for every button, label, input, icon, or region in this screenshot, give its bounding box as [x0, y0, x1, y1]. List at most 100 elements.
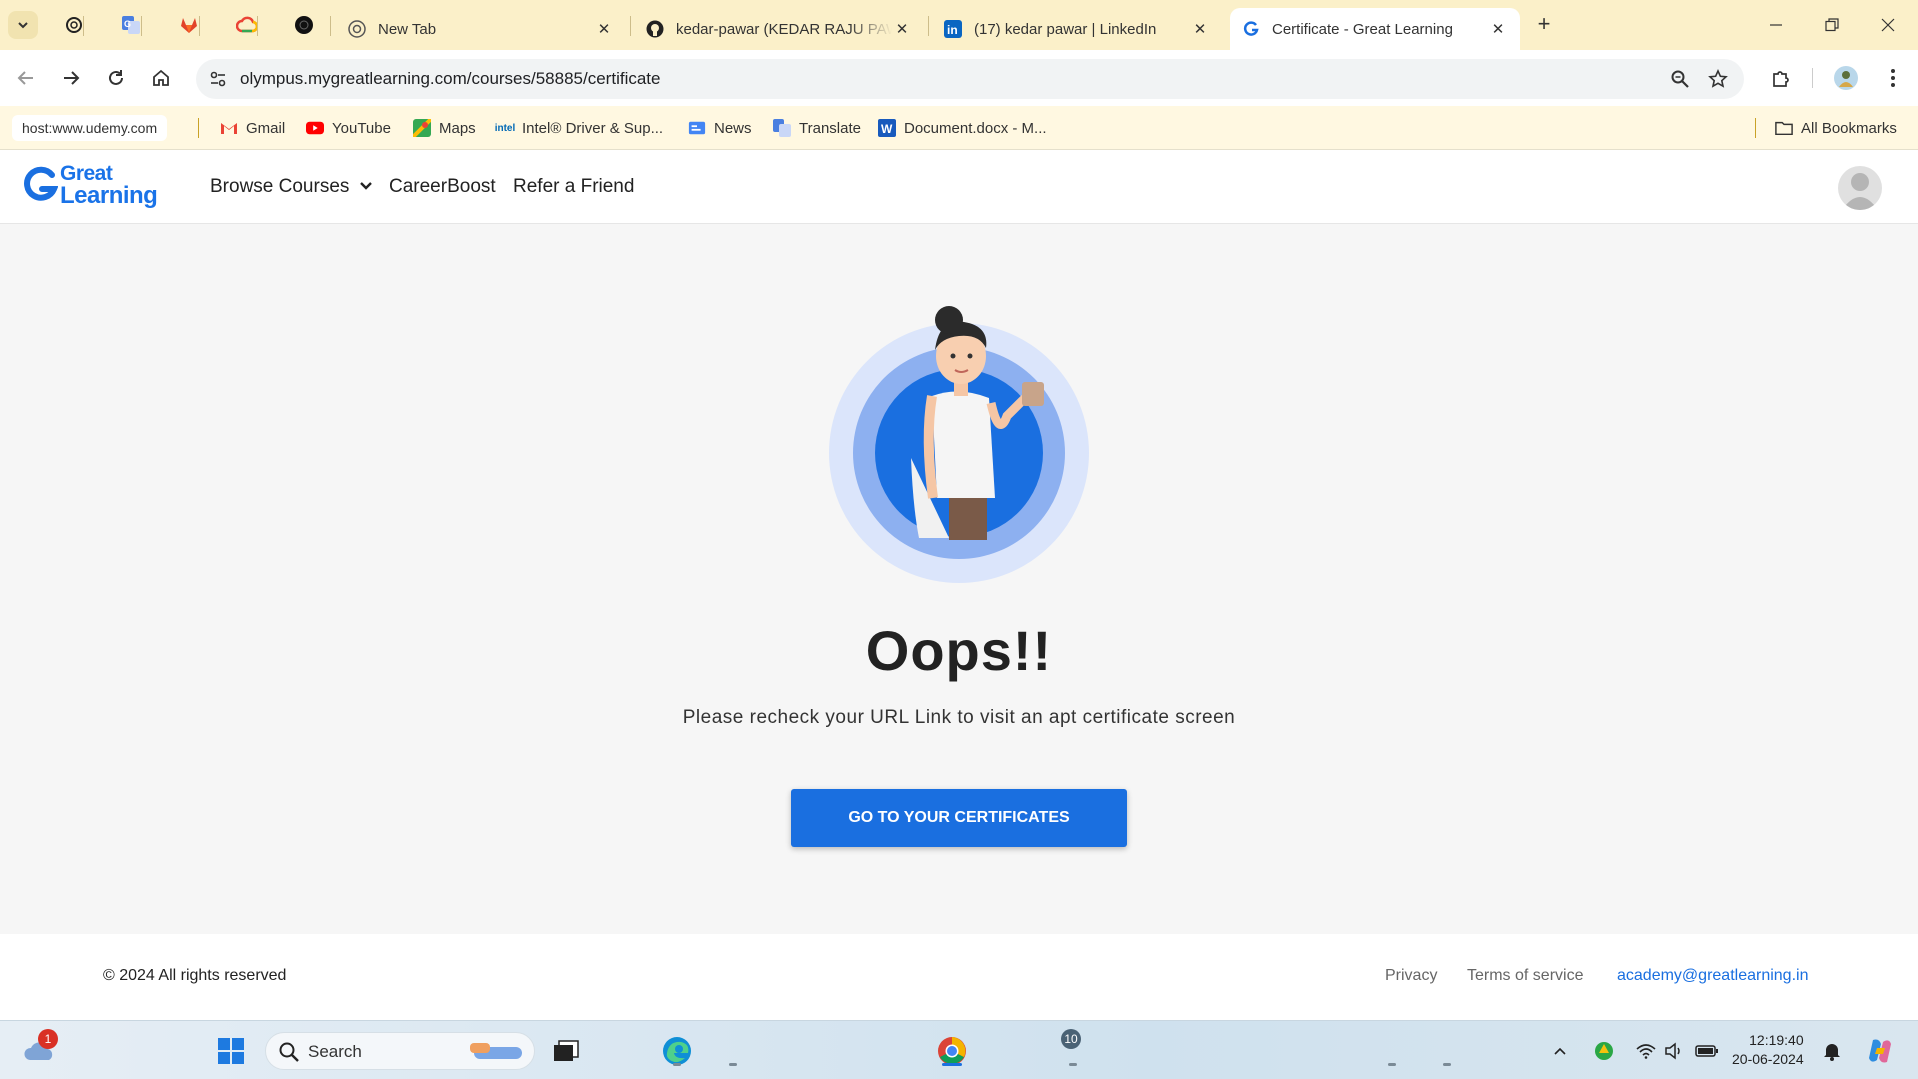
running-indicator: [1069, 1063, 1077, 1066]
nav-careerboost[interactable]: CareerBoost: [389, 176, 496, 198]
tab-separator: [199, 16, 200, 36]
nav-browse-courses[interactable]: Browse Courses: [210, 176, 373, 198]
nav-refer-friend[interactable]: Refer a Friend: [513, 176, 634, 198]
bookmark-intel[interactable]: intel Intel® Driver & Sup...: [495, 116, 663, 140]
running-indicator: [1443, 1063, 1451, 1066]
taskbar-search-label: Search: [308, 1042, 362, 1061]
weather-widget[interactable]: 1: [22, 1029, 58, 1069]
openai-icon: [66, 17, 82, 33]
chevron-down-icon: [359, 182, 372, 190]
url-text[interactable]: olympus.mygreatlearning.com/courses/5888…: [240, 69, 660, 89]
copilot-button[interactable]: [1862, 1033, 1898, 1069]
tab-github[interactable]: kedar-pawar (KEDAR RAJU PAWAR) ✕: [634, 8, 924, 50]
show-hidden-icons-button[interactable]: [1548, 1033, 1572, 1069]
all-bookmarks-button[interactable]: All Bookmarks: [1775, 116, 1897, 140]
taskbar-clock[interactable]: 12:19:40 20-06-2024: [1732, 1031, 1804, 1069]
battery-button[interactable]: [1692, 1033, 1722, 1069]
tab-search-button[interactable]: [8, 11, 38, 39]
logo-text: Great Learning: [60, 163, 158, 208]
search-icon: [279, 1042, 299, 1062]
close-icon: [1881, 18, 1895, 32]
forward-button[interactable]: [55, 62, 87, 94]
folder-icon: [1775, 119, 1793, 137]
taskbar-hidden-app-2[interactable]: [1429, 1033, 1465, 1069]
taskbar-chrome[interactable]: [934, 1033, 970, 1069]
github-icon: [646, 20, 664, 38]
svg-text:G: G: [124, 19, 131, 29]
new-tab-button[interactable]: +: [1530, 12, 1558, 38]
tab-new-tab[interactable]: New Tab ✕: [336, 8, 626, 50]
clock-date: 20-06-2024: [1732, 1051, 1804, 1067]
bookmark-separator: [198, 118, 199, 138]
reload-icon: [109, 70, 123, 85]
restore-button[interactable]: [1812, 10, 1852, 40]
bookmark-gmail[interactable]: Gmail: [220, 116, 285, 140]
google-translate-icon: G: [122, 16, 140, 34]
chrome-icon: [348, 20, 366, 38]
wifi-button[interactable]: [1632, 1033, 1660, 1069]
chrome-menu-button[interactable]: [1877, 62, 1909, 94]
bookmark-translate[interactable]: Translate: [773, 116, 861, 140]
browser-toolbar: olympus.mygreatlearning.com/courses/5888…: [0, 50, 1918, 106]
close-tab-icon[interactable]: ✕: [1190, 20, 1210, 38]
bookmark-label: Document.docx - M...: [904, 119, 1047, 137]
maps-icon: [413, 119, 431, 137]
site-info-icon[interactable]: [204, 65, 232, 93]
tab-separator: [257, 16, 258, 36]
reload-button[interactable]: [100, 62, 132, 94]
close-tab-icon[interactable]: ✕: [594, 20, 614, 38]
bookmark-host-chip[interactable]: host:www.udemy.com: [12, 115, 168, 141]
taskbar-app[interactable]: [715, 1033, 751, 1069]
bookmark-news[interactable]: News: [688, 116, 752, 140]
footer-email-link[interactable]: academy@greatlearning.in: [1617, 967, 1808, 985]
close-tab-icon[interactable]: ✕: [892, 20, 912, 38]
bookmark-label: Maps: [439, 119, 476, 137]
copyright-text: © 2024 All rights reserved: [103, 967, 287, 984]
user-icon: [1842, 173, 1878, 210]
close-tab-icon[interactable]: ✕: [1488, 20, 1508, 38]
tray-app[interactable]: [1590, 1033, 1618, 1069]
site-footer: © 2024 All rights reserved Privacy Terms…: [0, 934, 1918, 1020]
tab-separator: [928, 16, 929, 36]
chevron-up-icon: [1554, 1047, 1566, 1055]
zoom-icon[interactable]: [1668, 67, 1692, 91]
footer-privacy-link[interactable]: Privacy: [1385, 967, 1437, 985]
bookmark-maps[interactable]: Maps: [413, 116, 476, 140]
copilot-icon: [1869, 1039, 1891, 1063]
windows-logo-icon: [218, 1038, 244, 1064]
volume-button[interactable]: [1660, 1033, 1688, 1069]
pinned-tab-dark[interactable]: [290, 12, 318, 38]
google-cloud-icon: [236, 16, 258, 33]
bookmarks-bar: host:www.udemy.com Gmail YouTube Maps in…: [0, 106, 1918, 150]
bookmark-document[interactable]: W Document.docx - M...: [878, 116, 1047, 140]
svg-text:W: W: [881, 122, 893, 136]
taskbar-notifications-app[interactable]: 10: [1055, 1029, 1091, 1069]
taskbar-hidden-app[interactable]: [1374, 1033, 1410, 1069]
go-to-certificates-button[interactable]: GO TO YOUR CERTIFICATES: [791, 789, 1127, 847]
bookmark-star-icon[interactable]: [1706, 67, 1730, 91]
home-icon: [153, 69, 169, 86]
bookmark-youtube[interactable]: YouTube: [306, 116, 391, 140]
tab-linkedin[interactable]: in (17) kedar pawar | LinkedIn ✕: [932, 8, 1222, 50]
footer-terms-link[interactable]: Terms of service: [1467, 967, 1583, 985]
tab-title: Certificate - Great Learning: [1272, 20, 1453, 38]
google-news-icon: [688, 119, 706, 137]
task-view-button[interactable]: [548, 1033, 584, 1069]
user-avatar[interactable]: [1838, 166, 1882, 210]
running-indicator: [1388, 1063, 1396, 1066]
great-learning-logo[interactable]: Great Learning: [24, 163, 164, 209]
notifications-button[interactable]: [1818, 1033, 1846, 1069]
tab-certificate[interactable]: Certificate - Great Learning ✕: [1230, 8, 1520, 50]
start-button[interactable]: [213, 1033, 249, 1069]
error-message: Please recheck your URL Link to visit an…: [682, 707, 1236, 728]
taskbar-search[interactable]: Search: [265, 1032, 535, 1070]
minimize-button[interactable]: [1756, 10, 1796, 40]
close-window-button[interactable]: [1868, 10, 1908, 40]
home-button[interactable]: [145, 62, 177, 94]
extensions-button[interactable]: [1765, 62, 1797, 94]
taskbar-edge[interactable]: [659, 1033, 695, 1069]
address-bar[interactable]: olympus.mygreatlearning.com/courses/5888…: [196, 59, 1744, 99]
great-learning-favicon: [1242, 20, 1260, 38]
profile-button[interactable]: [1830, 62, 1862, 94]
back-button[interactable]: [10, 62, 42, 94]
